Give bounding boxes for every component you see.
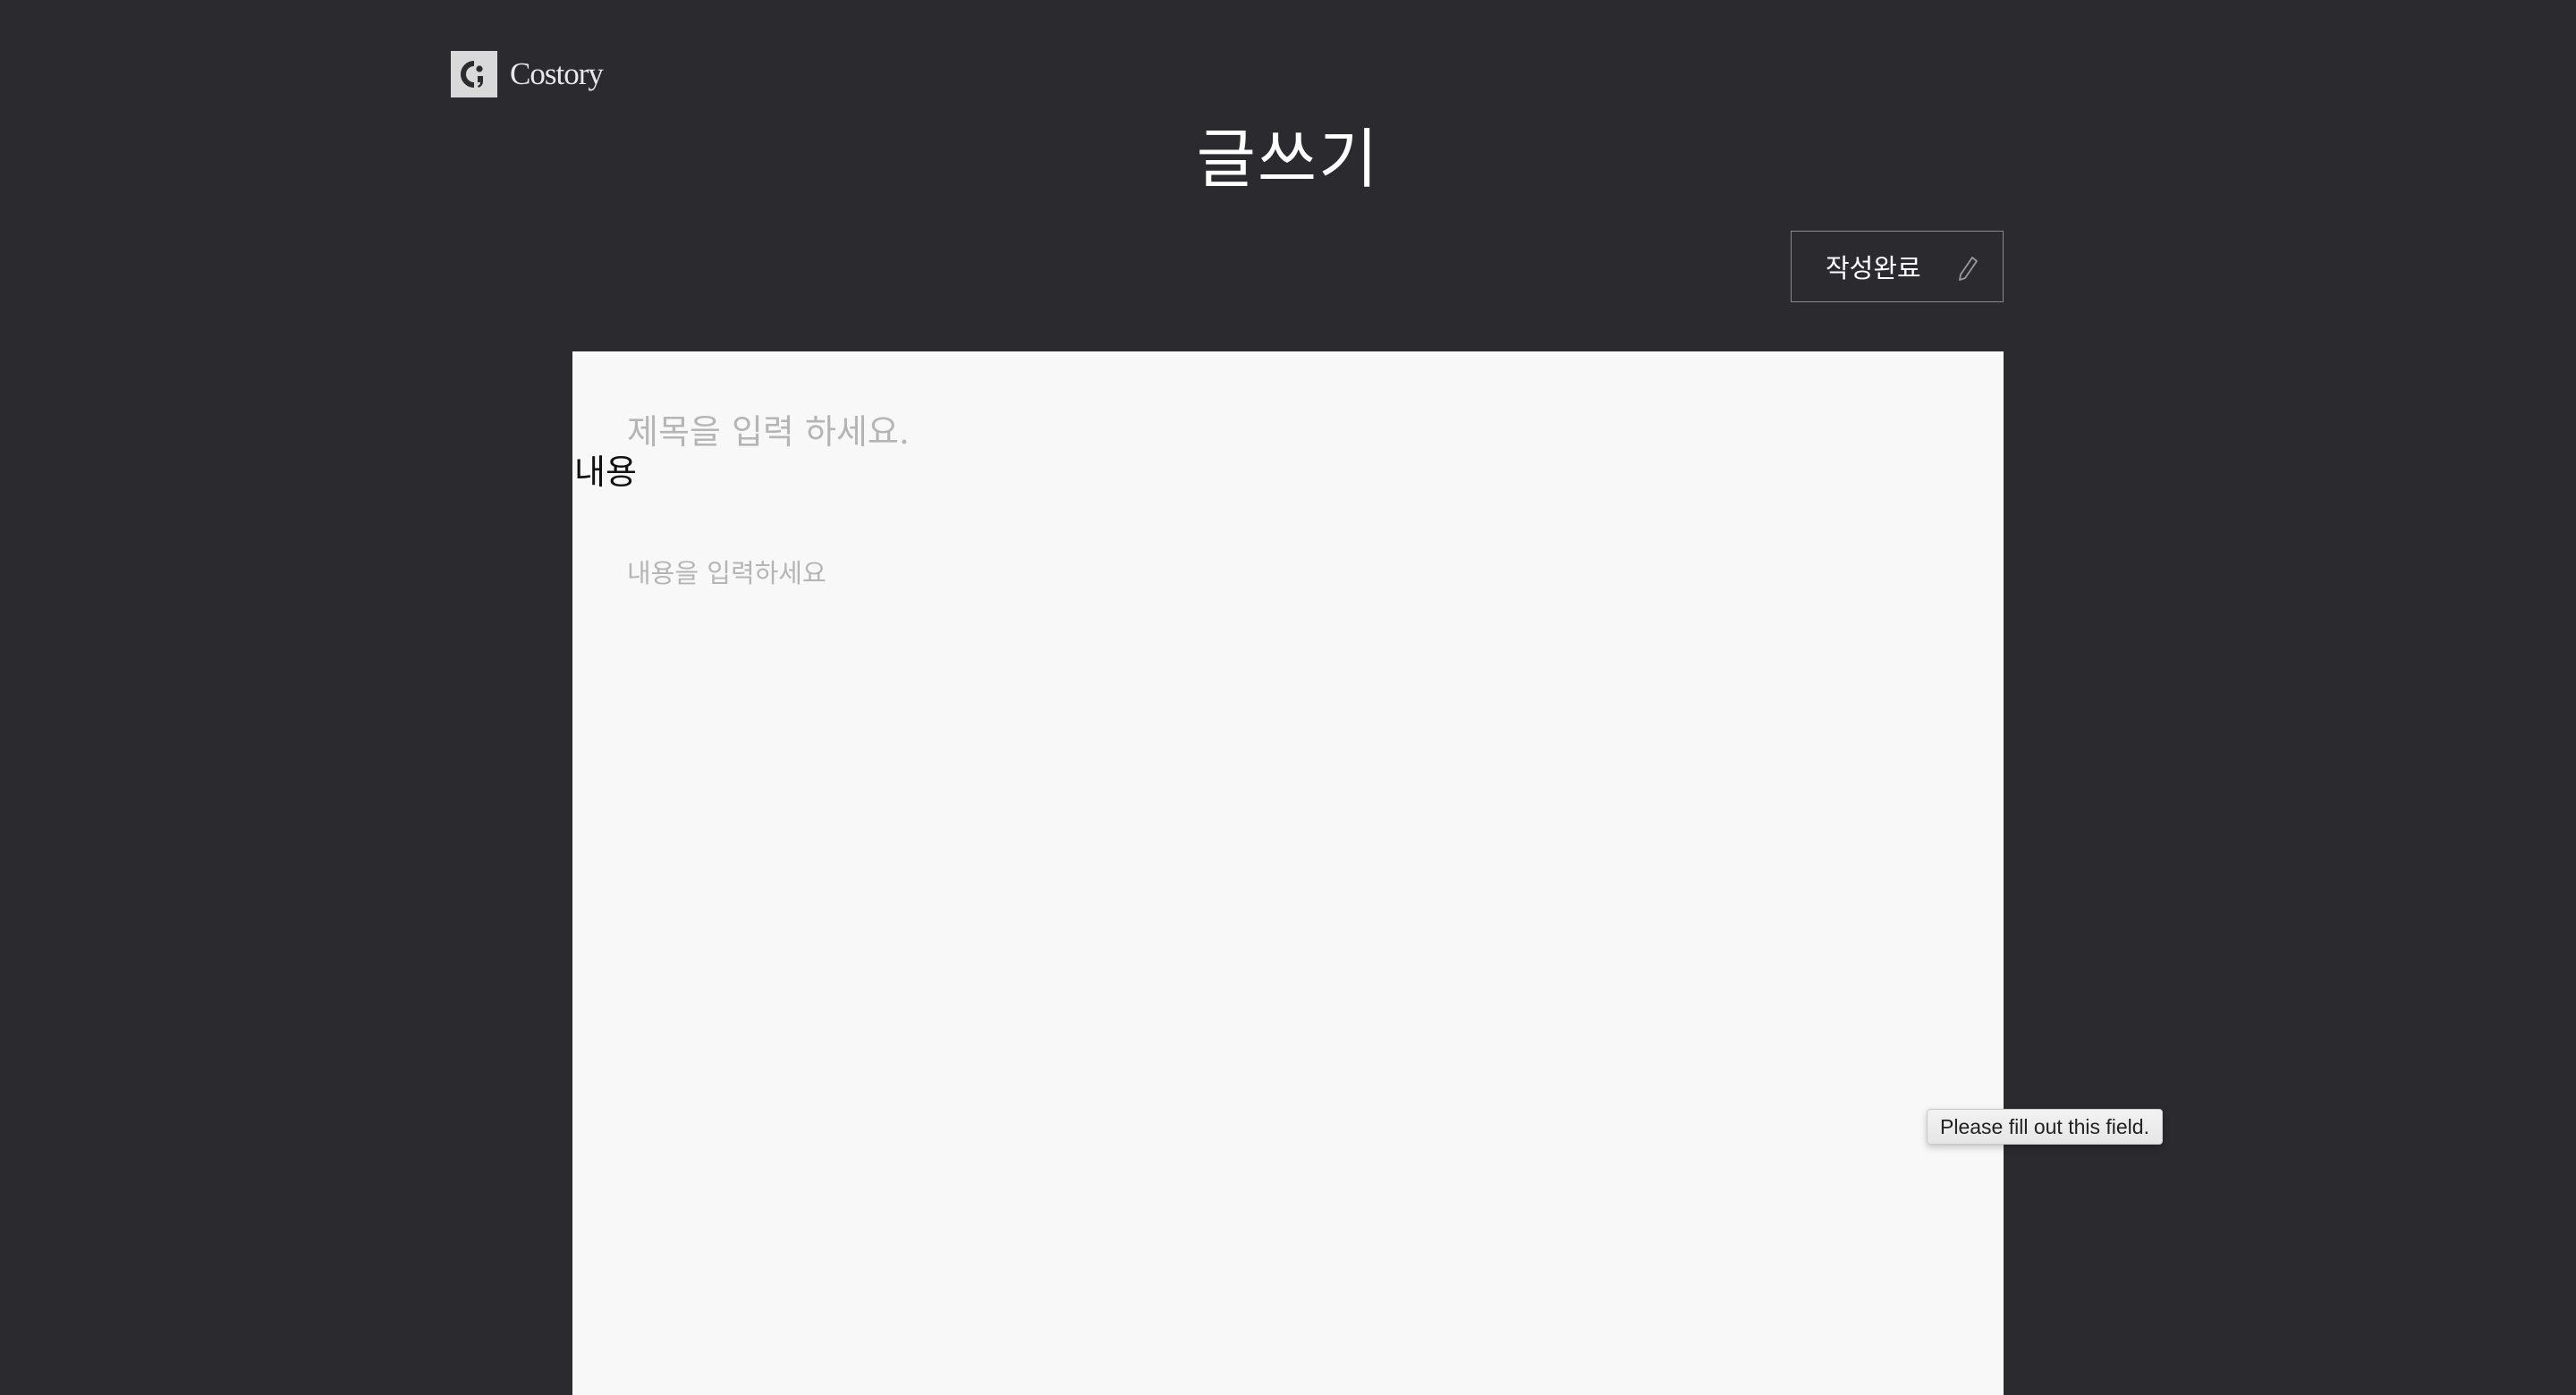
title-input[interactable]	[627, 405, 1879, 459]
content-textarea[interactable]	[627, 553, 1951, 1340]
validation-tooltip: Please fill out this field.	[1927, 1109, 2163, 1145]
submit-button-label: 작성완료	[1826, 253, 1921, 283]
write-page: Costory 글쓰기 작성완료 내용 Please fill out this…	[0, 0, 2576, 1395]
costory-logo-icon	[451, 51, 497, 97]
pencil-icon	[1956, 255, 1979, 282]
brand-name: Costory	[510, 56, 604, 91]
submit-button[interactable]: 작성완료	[1791, 231, 2004, 302]
page-title: 글쓰기	[1196, 122, 1380, 197]
logo-link[interactable]: Costory	[451, 51, 604, 97]
content-label: 내용	[574, 452, 637, 492]
editor-panel: 내용 Please fill out this field.	[572, 351, 2163, 1395]
